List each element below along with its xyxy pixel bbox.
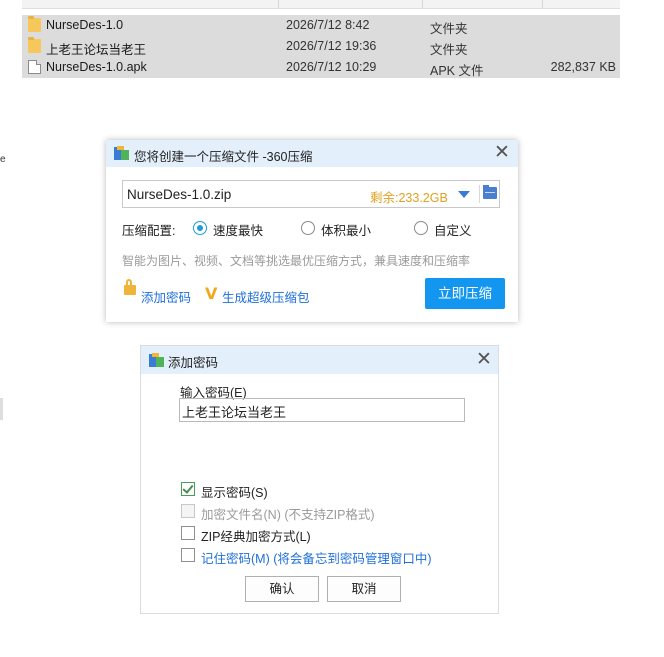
compress-dialog-titlebar[interactable]: 您将创建一个压缩文件 -360压缩 ✕ [106,140,518,167]
zip-classic-encryption-checkbox[interactable] [181,526,195,540]
browse-folder-icon[interactable] [483,185,497,199]
password-input[interactable]: 上老王论坛当老王 [179,398,465,422]
file-row-folder[interactable]: NurseDes-1.0 2026/7/12 8:42 文件夹 [22,15,620,36]
lock-icon[interactable] [124,279,136,295]
360zip-app-icon [114,146,129,160]
file-row-apk[interactable]: NurseDes-1.0.apk 2026/7/12 10:29 APK 文件 … [22,57,620,78]
encrypt-filenames-checkbox [181,504,195,518]
show-password-label[interactable]: 显示密码(S) [201,482,268,501]
vip-v-icon: V [205,284,218,303]
file-icon [28,60,41,74]
file-date: 2026/7/12 10:29 [286,60,377,74]
clipped-panel-edge [0,398,3,420]
close-icon[interactable]: ✕ [494,143,510,162]
remember-password-checkbox[interactable] [181,548,195,562]
encrypt-filenames-label: 加密文件名(N) (不支持ZIP格式) [201,508,375,522]
file-date: 2026/7/12 19:36 [286,39,377,53]
file-date: 2026/7/12 8:42 [286,18,370,32]
file-size: 282,837 KB [550,60,616,74]
radio-fastest[interactable] [193,221,207,235]
password-dialog-titlebar[interactable]: 添加密码 ✕ [141,346,498,374]
radio-fastest-label[interactable]: 速度最快 [213,220,263,239]
show-password-checkbox[interactable] [181,482,195,496]
file-name: 上老王论坛当老王 [46,43,147,57]
file-row-folder[interactable]: 上老王论坛当老王 2026/7/12 19:36 文件夹 [22,36,620,57]
archive-name-field[interactable]: NurseDes-1.0.zip 剩余:233.2GB [122,180,500,208]
file-type: 文件夹 [430,43,468,57]
folder-icon [28,37,41,53]
add-password-link[interactable]: 添加密码 [141,287,191,306]
folder-icon [28,16,41,32]
file-name: NurseDes-1.0 [46,18,124,32]
password-dialog-title: 添加密码 [168,356,219,370]
file-name: NurseDes-1.0.apk [46,60,147,74]
cancel-button[interactable]: 取消 [327,576,401,602]
radio-smallest-label[interactable]: 体积最小 [321,220,371,239]
remember-password-label[interactable]: 记住密码(M) (将会备忘到密码管理窗口中) [201,548,432,567]
radio-custom[interactable] [414,221,428,235]
compress-now-button[interactable]: 立即压缩 [425,278,505,309]
file-type: 文件夹 [430,22,468,36]
file-list-header [22,0,620,9]
radio-smallest[interactable] [301,221,315,235]
column-separator[interactable] [278,0,279,8]
column-separator[interactable] [422,0,423,8]
divider [479,185,480,203]
radio-custom-label[interactable]: 自定义 [434,220,472,239]
free-space-label: 剩余:233.2GB [370,191,448,205]
archive-name[interactable]: NurseDes-1.0.zip [127,187,231,202]
ok-button[interactable]: 确认 [245,576,319,602]
360zip-app-icon [149,353,164,367]
compress-dialog-title: 您将创建一个压缩文件 -360压缩 [134,150,313,164]
compress-config-label: 压缩配置: [122,224,176,238]
compress-hint: 智能为图片、视频、文档等挑选最优压缩方式，兼具速度和压缩率 [122,254,471,268]
compress-dialog: 您将创建一个压缩文件 -360压缩 ✕ NurseDes-1.0.zip 剩余:… [106,140,518,322]
close-icon[interactable]: ✕ [476,350,492,369]
file-type: APK 文件 [430,64,484,78]
clipped-text: e [0,154,6,165]
zip-classic-encryption-label[interactable]: ZIP经典加密方式(L) [201,526,311,545]
password-dialog: 添加密码 ✕ 输入密码(E) 上老王论坛当老王 显示密码(S) 加密文件名(N)… [140,345,499,614]
super-archive-link[interactable]: 生成超级压缩包 [222,287,310,306]
column-separator[interactable] [542,0,543,8]
chevron-down-icon[interactable] [458,191,470,198]
